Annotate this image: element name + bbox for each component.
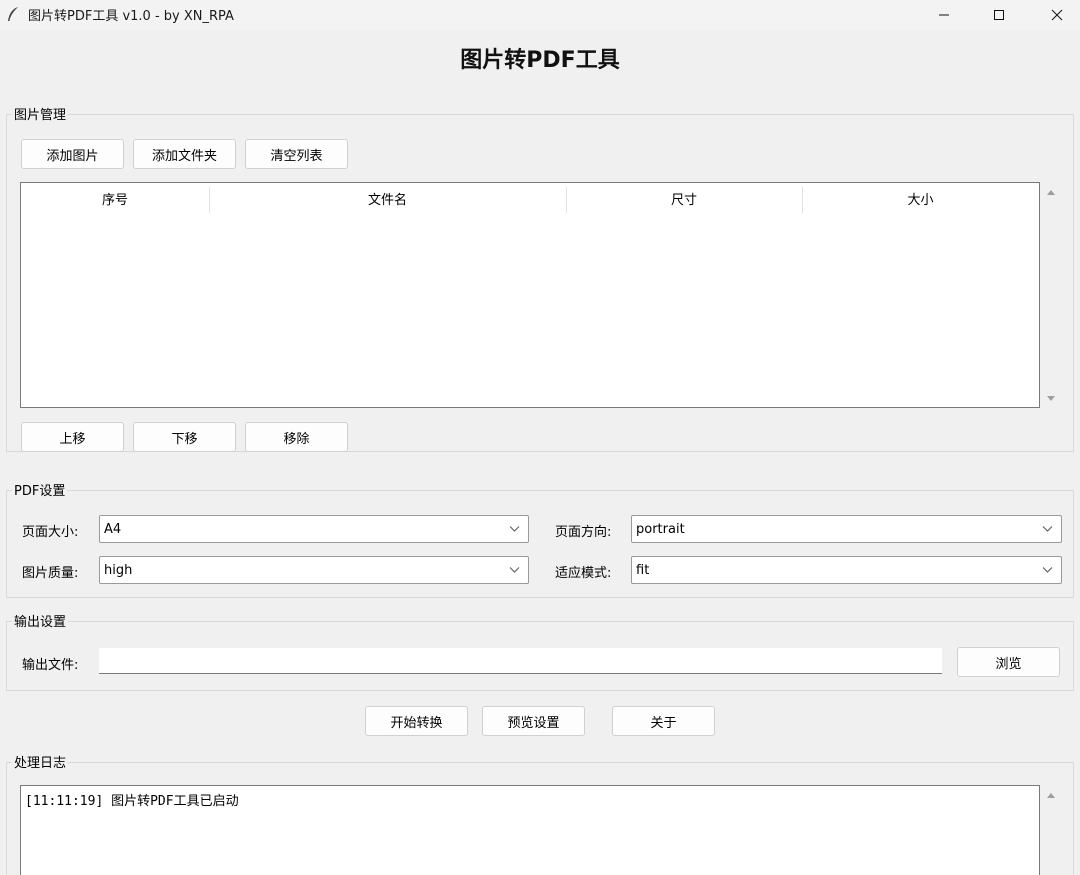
fit-mode-label: 适应模式: bbox=[555, 566, 612, 581]
log-textbox[interactable]: [11:11:19] 图片转PDF工具已启动 bbox=[20, 785, 1040, 875]
feather-icon bbox=[8, 7, 18, 21]
chevron-down-icon bbox=[509, 526, 520, 532]
column-header-dimensions[interactable]: 尺寸 bbox=[566, 183, 802, 213]
about-button[interactable]: 关于 bbox=[612, 706, 715, 736]
chevron-down-icon bbox=[1042, 526, 1053, 532]
quality-select[interactable]: high bbox=[99, 556, 529, 584]
start-convert-button[interactable]: 开始转换 bbox=[365, 706, 468, 736]
orientation-label: 页面方向: bbox=[555, 525, 612, 540]
scroll-up-icon[interactable] bbox=[1045, 187, 1057, 199]
scroll-down-icon[interactable] bbox=[1045, 392, 1057, 404]
preview-settings-button[interactable]: 预览设置 bbox=[482, 706, 585, 736]
image-group-label: 图片管理 bbox=[12, 104, 69, 123]
column-header-size[interactable]: 大小 bbox=[802, 183, 1039, 213]
minimize-button[interactable] bbox=[921, 0, 967, 30]
browse-button[interactable]: 浏览 bbox=[957, 647, 1060, 677]
title-bar: 图片转PDF工具 v1.0 - by XN_RPA bbox=[0, 0, 1080, 30]
minimize-icon bbox=[939, 14, 949, 16]
maximize-icon bbox=[994, 10, 1004, 20]
page-size-label: 页面大小: bbox=[22, 525, 79, 540]
image-list[interactable]: 序号 文件名 尺寸 大小 bbox=[20, 182, 1040, 408]
close-button[interactable] bbox=[1034, 0, 1080, 30]
quality-value: high bbox=[104, 562, 133, 578]
add-folder-button[interactable]: 添加文件夹 bbox=[133, 139, 236, 169]
clear-list-button[interactable]: 清空列表 bbox=[245, 139, 348, 169]
output-group-label: 输出设置 bbox=[12, 611, 69, 630]
page-size-value: A4 bbox=[104, 521, 122, 537]
quality-label: 图片质量: bbox=[22, 566, 79, 581]
orientation-select[interactable]: portrait bbox=[631, 515, 1062, 543]
orientation-value: portrait bbox=[636, 521, 685, 537]
fit-mode-value: fit bbox=[636, 562, 650, 578]
move-up-button[interactable]: 上移 bbox=[21, 422, 124, 452]
chevron-down-icon bbox=[509, 567, 520, 573]
close-icon bbox=[1051, 9, 1063, 21]
output-file-label: 输出文件: bbox=[22, 658, 79, 673]
fit-mode-select[interactable]: fit bbox=[631, 556, 1062, 584]
pdf-group-label: PDF设置 bbox=[12, 480, 68, 499]
move-down-button[interactable]: 下移 bbox=[133, 422, 236, 452]
remove-button[interactable]: 移除 bbox=[245, 422, 348, 452]
log-group-label: 处理日志 bbox=[12, 752, 69, 771]
app-heading: 图片转PDF工具 bbox=[460, 48, 620, 73]
log-entry: [11:11:19] 图片转PDF工具已启动 bbox=[25, 794, 239, 809]
output-file-input[interactable] bbox=[99, 648, 942, 674]
window-title: 图片转PDF工具 v1.0 - by XN_RPA bbox=[28, 9, 234, 24]
add-image-button[interactable]: 添加图片 bbox=[21, 139, 124, 169]
scroll-up-icon[interactable] bbox=[1045, 790, 1057, 802]
column-header-filename[interactable]: 文件名 bbox=[209, 183, 566, 213]
chevron-down-icon bbox=[1042, 567, 1053, 573]
maximize-button[interactable] bbox=[976, 0, 1022, 30]
column-header-index[interactable]: 序号 bbox=[21, 183, 209, 213]
page-size-select[interactable]: A4 bbox=[99, 515, 529, 543]
